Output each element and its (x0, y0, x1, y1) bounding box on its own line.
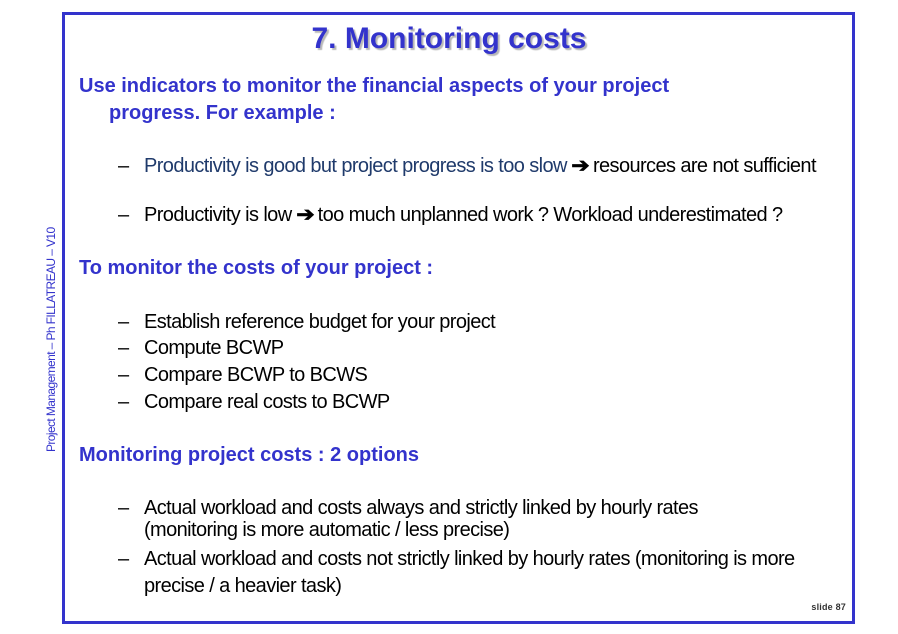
bullet-dash: – (118, 548, 129, 570)
section-heading-options: Monitoring project costs : 2 options (79, 444, 419, 466)
intro-line-2: progress. For example : (109, 102, 336, 124)
bullet-productivity-low: – Productivity is low ➔ too much unplann… (118, 204, 848, 226)
arrow-right-icon: ➔ (571, 155, 589, 177)
bullet-dash: – (118, 364, 129, 386)
bullet-option-1: – Actual workload and costs always and s… (118, 497, 758, 541)
bullet-compare-real: – Compare real costs to BCWP (118, 391, 848, 413)
bullet-dash: – (118, 311, 129, 333)
bullet-budget: – Establish reference budget for your pr… (118, 311, 848, 333)
bullet-text: Establish reference budget for your proj… (144, 311, 496, 333)
bullet-option-2: – Actual workload and costs not strictly… (118, 546, 818, 600)
slide-title: 7. Monitoring costs (311, 22, 587, 55)
bullet-dash: – (118, 155, 129, 177)
section-heading-costs: To monitor the costs of your project : (79, 257, 434, 279)
bullet-text: Compare real costs to BCWP (144, 391, 390, 413)
bullet-dash: – (118, 204, 129, 226)
bullet-compute-bcwp: – Compute BCWP (118, 337, 848, 359)
intro-line-1: Use indicators to monitor the financial … (79, 75, 670, 97)
bullet-text-part1: Productivity is good but project progres… (144, 155, 572, 177)
intro-heading: Use indicators to monitor the financial … (79, 73, 669, 127)
bullet-text-part2: resources are not sufficient (588, 155, 817, 177)
bullet-text: Compute BCWP (144, 337, 284, 359)
bullet-text-part2: too much unplanned work ? Workload under… (312, 204, 783, 226)
bullet-compare-bcws: – Compare BCWP to BCWS (118, 364, 848, 386)
arrow-right-icon: ➔ (295, 204, 314, 226)
bullet-dash: – (118, 391, 129, 413)
bullet-text: Actual workload and costs always and str… (144, 497, 699, 541)
bullet-text: Compare BCWP to BCWS (144, 364, 368, 386)
bullet-dash: – (118, 497, 129, 519)
bullet-dash: – (118, 337, 129, 359)
side-label: Project Management – Ph FILLATREAU – V10 (44, 227, 58, 452)
bullet-text-part1: Productivity is low (144, 204, 297, 226)
slide-number: slide 87 (811, 602, 846, 612)
bullet-productivity-good: – Productivity is good but project progr… (118, 155, 848, 177)
bullet-text: Actual workload and costs not strictly l… (144, 548, 795, 597)
